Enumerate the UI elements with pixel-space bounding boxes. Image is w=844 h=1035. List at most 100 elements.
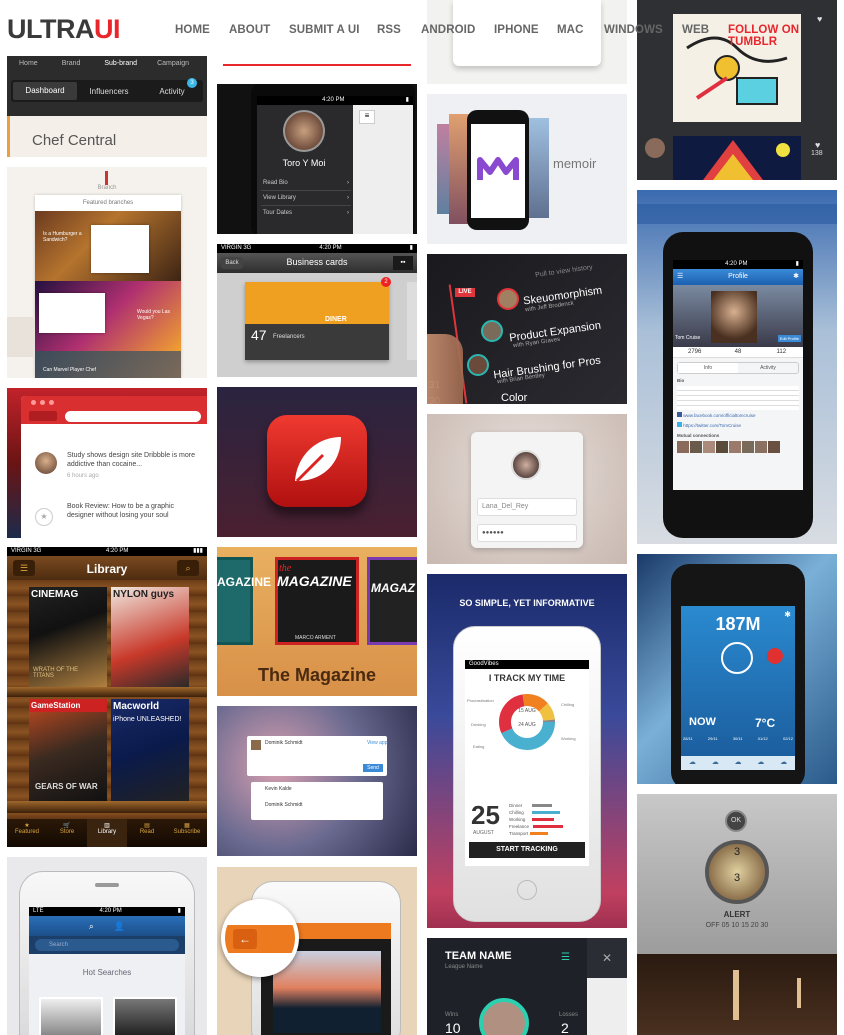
magazine-cinemag[interactable]: CINEMAG WRATH OF THE TITANS [29,587,107,687]
tile-memoir[interactable]: memoir [427,94,627,244]
talk-title-4[interactable]: Color [501,392,527,404]
magazine-nylon[interactable]: NYLON guys [111,587,189,687]
heart-icon[interactable]: ♥ [815,140,820,150]
gear-icon[interactable]: ✱ [784,610,791,619]
news-item-2[interactable]: Book Review: How to be a graphic designe… [67,502,199,520]
site-logo[interactable]: ULTRAUI [7,14,120,45]
pull-hint: Pull to view history [534,264,594,279]
cloud-icon: ☁ [780,759,788,766]
tab-dashboard[interactable]: Dashboard [13,82,77,100]
menu-icon[interactable]: ☰ [561,952,570,963]
star-icon[interactable]: ★ [35,508,53,526]
crumb-campaign[interactable]: Campaign [149,60,197,74]
magazine-gamestation[interactable]: GameStation GEARS OF WAR [29,699,107,801]
home-button[interactable] [517,880,537,900]
tab-featured[interactable]: ★ Featured [7,819,47,847]
pie-label-eating: Eating [473,744,485,749]
grid-view-icon[interactable]: ▪▪ [393,256,413,270]
pie-label-working: Working [561,736,576,741]
crumb-home[interactable]: Home [7,60,50,74]
tile-live-talks[interactable]: Pull to view history LIVE Skeuomorphism … [427,254,627,404]
forecast-day-5: 02/12 [782,736,793,741]
tile-music-profile[interactable]: 4:20 PM ▮ Toro Y Moi Read Bio › View Libra… [217,84,417,234]
search-input[interactable] [65,411,201,422]
leaf-app-icon[interactable] [267,415,367,507]
nav-mac[interactable]: MAC [557,24,584,36]
menu-view-library[interactable]: View Library › [261,191,351,206]
edit-profile-button[interactable]: Edit Profile [777,335,801,342]
tab-activity[interactable]: Activity [738,363,798,373]
pie-label-drinking: Drinking [471,722,486,727]
avatar [479,998,529,1035]
username-field[interactable]: Lana_Del_Rey [477,498,577,516]
carrier-label: VIRGIN 3G [11,548,42,554]
menu-icon[interactable]: ☰ [677,269,683,285]
close-icon[interactable]: ✕ [587,938,627,978]
back-button[interactable]: Back [221,257,243,269]
nav-rss[interactable]: RSS [377,24,401,36]
notif-link-1[interactable]: View app [367,740,387,746]
tile-business-cards[interactable]: VIRGIN 3G 4:20 PM ▮ Back Business cards ▪▪… [217,244,417,377]
memoir-name: memoir [553,156,597,171]
tile-the-magazine[interactable]: MAGAZINE the MAGAZINE MARCO ARMENT MAGAZ… [217,547,417,696]
branch-label: Branch [97,185,117,191]
freelancer-label: Freelancers [273,334,305,340]
search-icon[interactable]: ⌕ [89,921,94,932]
news-item-1[interactable]: Study shows design site Dribbble is more… [67,451,199,469]
alert-indicator [767,648,783,664]
tile-library[interactable]: VIRGIN 3G 4:20 PM ▮▮▮ ☰ Library ⌕ CINEMAG W… [7,547,207,847]
tile-login[interactable]: Lana_Del_Rey ●●●●●● [427,414,627,564]
back-arrow-icon[interactable]: ← [233,929,257,949]
nav-web[interactable]: WEB [682,24,709,36]
nav-follow-tumblr[interactable]: FOLLOW ON TUMBLR [728,24,844,48]
send-button[interactable]: Send [363,764,383,772]
tile-hot-searches[interactable]: LTE 4:20 PM ▮ ⌕ 👤 Search Hot Searches [7,857,207,1035]
menu-icon[interactable]: ≡ [359,110,375,124]
nav-iphone[interactable]: IPHONE [494,24,539,36]
menu-read-bio[interactable]: Read Bio › [261,176,351,191]
nav-about[interactable]: ABOUT [229,24,270,36]
magazine-macworld[interactable]: Macworld iPhone UNLEASHED! [111,699,189,801]
nav-submit[interactable]: SUBMIT A UI [289,24,360,36]
ok-button[interactable]: OK [725,810,747,832]
date-start: 15 AUG [518,708,536,714]
tile-profile[interactable]: 4:20 PM ▮ ☰ Profile ✱ Tom Cruise Edit Profi… [637,190,837,544]
tile-social-notifications[interactable]: Dominik Schmidt View app Send Kevin Kald… [217,706,417,856]
tab-info[interactable]: Info [678,363,738,373]
nav-android[interactable]: ANDROID [421,24,475,36]
likes-count: 138 [811,150,823,157]
password-field[interactable]: ●●●●●● [477,524,577,542]
nav-windows[interactable]: WINDOWS [604,24,663,36]
search-input[interactable]: Search [35,939,179,951]
tab-subscribe[interactable]: ▦ Subscribe [167,819,207,847]
tile-weather[interactable]: 187M ✱ NOW 7°C 28/11 29/11 30/11 01/12 02/12… [637,554,837,784]
tab-influencers[interactable]: Influencers [77,87,141,96]
tile-alert-dial[interactable]: OK 3 3 ALERT OFF 05 10 15 20 30 [637,794,837,1035]
crumb-subbrand[interactable]: Sub-brand [92,60,149,74]
tab-library[interactable]: ▥ Library [87,819,127,847]
twitter-link[interactable]: https://twitter.com/TomCruise [677,422,799,429]
search-icon[interactable]: ⌕ [177,560,199,576]
tile-photo-app[interactable]: ← [217,867,417,1035]
tile-news-feed[interactable]: Study shows design site Dribbble is more… [7,388,207,538]
cloud-icon: ☁ [688,759,696,766]
user-icon[interactable]: 👤 [114,921,125,932]
magnifier-lens: ← [221,899,299,977]
start-tracking-button[interactable]: START TRACKING [469,842,585,858]
notif-name-1: Dominik Schmidt [265,740,303,746]
tab-read[interactable]: ▤ Read [127,819,167,847]
tab-activity[interactable]: Activity [141,87,203,96]
inbox-icon[interactable] [29,411,57,421]
nav-home[interactable]: HOME [175,24,210,36]
tile-branch[interactable]: Branch Featured branches Is a Humburger … [7,167,207,378]
menu-tour-dates[interactable]: Tour Dates › [261,206,351,220]
tab-store[interactable]: 🛒 Store [47,819,87,847]
tile-time-tracker[interactable]: SO SIMPLE, YET INFORMATIVE GoodVibes I T… [427,574,627,928]
dial-scale: OFF 05 10 15 20 30 [705,922,769,929]
tile-brand-nav[interactable]: Home Brand Sub-brand Campaign Dashboard … [7,56,207,157]
tile-app-icon[interactable] [217,387,417,537]
facebook-link[interactable]: www.facebook.com/officialtomcruise [677,412,799,419]
tile-team-stats[interactable]: TEAM NAME League Name ☰ ✕ Wins 10 Losses… [427,938,627,1035]
gear-icon[interactable]: ✱ [793,269,799,285]
crumb-brand[interactable]: Brand [50,60,93,74]
